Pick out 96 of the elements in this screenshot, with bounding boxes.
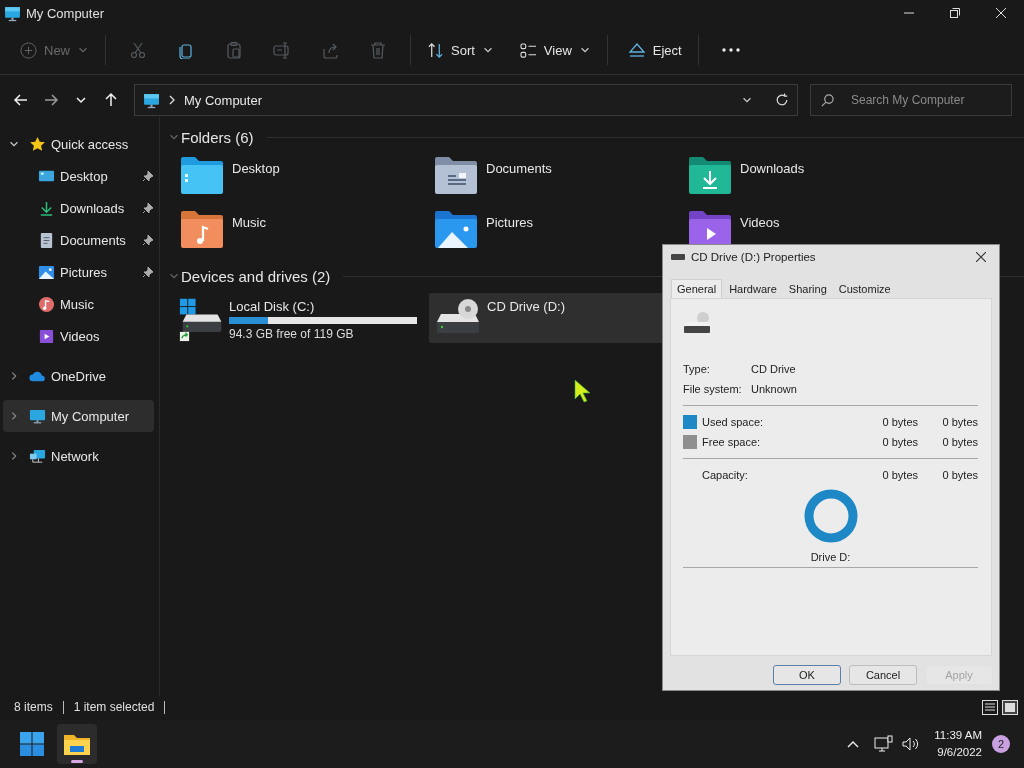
- view-icon: [519, 42, 537, 58]
- size-value: 0 bytes: [941, 416, 978, 428]
- tab[interactable]: Hardware: [724, 279, 782, 298]
- field-label: Used space:: [702, 416, 765, 428]
- tiles-view-icon[interactable]: [1002, 699, 1018, 715]
- field-label: Type:: [683, 363, 711, 375]
- sort-icon: [427, 41, 444, 59]
- close-icon: [996, 8, 1006, 18]
- byte-count: 0 bytes: [881, 469, 918, 481]
- download-icon: [38, 199, 55, 217]
- section-header[interactable]: Devices and drives (2): [181, 267, 331, 285]
- address-bar[interactable]: My Computer: [134, 84, 798, 116]
- sort-button[interactable]: Sort: [419, 33, 502, 67]
- field-label: Capacity:: [702, 469, 749, 481]
- paste-icon: [225, 41, 243, 59]
- close-icon: [976, 252, 986, 262]
- music-icon: [38, 295, 55, 313]
- sidebar-item[interactable]: Documents: [3, 224, 154, 256]
- network-icon[interactable]: [874, 735, 895, 753]
- tab[interactable]: Sharing: [783, 279, 832, 298]
- field-label: Free space:: [702, 436, 762, 448]
- status-text: 8 items: [14, 700, 53, 714]
- sidebar-item[interactable]: Network: [3, 440, 154, 472]
- dialog-button[interactable]: Cancel: [849, 665, 917, 685]
- view-button[interactable]: View: [511, 33, 599, 67]
- notification-badge[interactable]: 2: [992, 735, 1010, 753]
- drive-name: CD Drive (D:): [487, 299, 566, 314]
- more-icon: [721, 48, 740, 52]
- field-value: CD Drive: [751, 363, 796, 375]
- dialog-button[interactable]: OK: [773, 665, 841, 685]
- sidebar-item[interactable]: OneDrive: [3, 360, 154, 392]
- window-title: My Computer: [26, 5, 106, 21]
- tab[interactable]: Customize: [833, 279, 896, 298]
- documents-folder-icon: [434, 156, 478, 194]
- sidebar-item[interactable]: My Computer: [3, 400, 154, 432]
- network-icon: [29, 447, 46, 465]
- drive-name: Local Disk (C:): [229, 299, 316, 314]
- star-icon: [29, 135, 46, 153]
- rename-icon: [273, 41, 291, 59]
- byte-count: 0 bytes: [881, 416, 918, 428]
- computer-icon: [4, 4, 21, 22]
- drive-item[interactable]: Local Disk (C:) 94.3 GB free of 119 GB: [175, 293, 421, 343]
- downloads-folder-icon: [688, 156, 732, 194]
- disk-usage-ring: [803, 489, 858, 543]
- desktop-folder-icon: [180, 156, 224, 194]
- drive-label: Drive D:: [810, 551, 851, 563]
- search-icon: [821, 94, 834, 107]
- restore-icon: [950, 8, 960, 18]
- sidebar-item[interactable]: Downloads: [3, 192, 154, 224]
- folder-name[interactable]: Videos: [740, 215, 780, 230]
- share-icon: [321, 41, 339, 59]
- trash-icon: [369, 41, 387, 59]
- size-value: 0 bytes: [941, 469, 978, 481]
- file-explorer-button[interactable]: [57, 724, 97, 764]
- sidebar-item[interactable]: Pictures: [3, 256, 154, 288]
- chevron-right-icon: [168, 95, 176, 105]
- sidebar-item[interactable]: Quick access: [3, 128, 154, 160]
- eject-icon: [627, 42, 646, 58]
- free-space-text: 94.3 GB free of 119 GB: [229, 327, 355, 341]
- picture-icon: [38, 263, 55, 281]
- computer-icon: [29, 407, 46, 425]
- byte-count: 0 bytes: [881, 436, 918, 448]
- dialog-title: CD Drive (D:) Properties: [691, 251, 817, 263]
- field-value: Unknown: [751, 383, 797, 395]
- section-header[interactable]: Folders (6): [181, 128, 254, 146]
- details-view-icon[interactable]: [982, 699, 998, 715]
- clock[interactable]: 11:39 AM 9/6/2022: [934, 727, 982, 761]
- windows-logo-icon: [20, 732, 44, 756]
- folder-name[interactable]: Music: [232, 215, 266, 230]
- computer-icon: [143, 91, 160, 109]
- folder-name[interactable]: Downloads: [740, 161, 805, 176]
- tab[interactable]: General: [671, 279, 723, 298]
- document-icon: [38, 231, 55, 249]
- sidebar-item[interactable]: Music: [3, 288, 154, 320]
- drive-icon: [671, 254, 685, 260]
- sidebar-item[interactable]: Videos: [3, 320, 154, 352]
- cd-drive-icon: [683, 311, 711, 335]
- search-field[interactable]: Search My Computer: [810, 84, 1012, 116]
- mouse-cursor-icon: [574, 379, 590, 403]
- breadcrumb[interactable]: My Computer: [184, 92, 263, 108]
- music-folder-icon: [180, 210, 224, 248]
- folder-icon: [64, 733, 90, 755]
- folder-name[interactable]: Desktop: [232, 161, 280, 176]
- status-text: 1 item selected: [73, 700, 155, 714]
- cut-icon: [129, 41, 147, 59]
- folder-name[interactable]: Documents: [486, 161, 552, 176]
- plus-icon: [20, 41, 37, 59]
- size-value: 0 bytes: [941, 436, 978, 448]
- sidebar-item[interactable]: Desktop: [3, 160, 154, 192]
- field-label: File system:: [683, 383, 743, 395]
- folder-name[interactable]: Pictures: [486, 215, 533, 230]
- copy-icon: [177, 41, 195, 59]
- pictures-folder-icon: [434, 210, 478, 248]
- refresh-icon[interactable]: [775, 93, 789, 107]
- eject-button[interactable]: Eject: [619, 33, 690, 67]
- video-icon: [38, 327, 55, 345]
